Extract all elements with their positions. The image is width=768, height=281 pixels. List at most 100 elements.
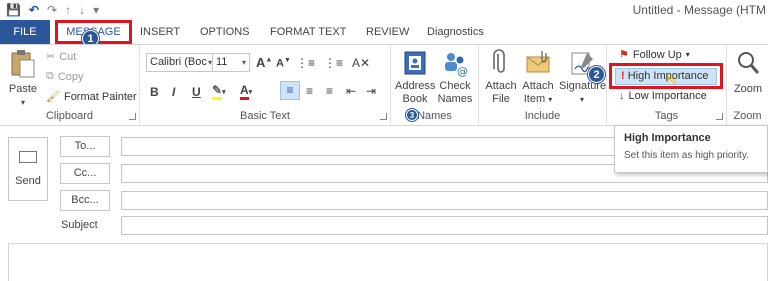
tab-format-text[interactable]: FORMAT TEXT [270,20,346,44]
bcc-field[interactable] [121,191,768,210]
customize-qat-icon[interactable]: ▾ [93,2,99,18]
font-size-value: 11 [216,56,228,68]
underline-button[interactable]: U [192,85,201,99]
window-title: Untitled - Message (HTM [632,3,766,17]
attach-file-button[interactable]: Attach File [483,49,519,106]
low-importance-button[interactable]: ↓ Low Importance [619,90,707,102]
attach-file-label-1: Attach [485,80,517,92]
cut-button[interactable]: ✂ Cut [46,50,77,64]
follow-up-label: Follow Up [632,48,682,61]
tab-diagnostics[interactable]: Diagnostics [427,20,484,44]
up-arrow-icon[interactable]: ↑ [65,2,71,18]
group-names: Address Book @ Check Names Names 3 [391,45,479,125]
copy-button[interactable]: ⧉ Copy [46,70,84,83]
font-color-icon[interactable]: A▾ [240,83,252,100]
highlight-color-icon[interactable]: ✎▾ [212,83,226,100]
bold-button[interactable]: B [150,85,159,99]
basic-text-group-label: Basic Text [240,110,290,122]
cut-label: Cut [59,50,77,63]
send-label: Send [15,175,41,187]
exclamation-icon: ! [621,70,625,82]
title-bar: 💾 ↶ ↷ ↑ ↓ ▾ Untitled - Message (HTM [0,0,768,20]
increase-indent-icon[interactable]: ⇥ [366,84,376,98]
attach-item-label-1: Attach [522,80,554,92]
copy-label: Copy [57,70,84,83]
tab-review[interactable]: REVIEW [366,20,409,44]
to-button[interactable]: To... [60,136,110,157]
clear-formatting-icon[interactable]: A✕ [352,56,370,70]
tooltip-text: Set this item as high priority. [624,150,749,161]
grow-font-icon[interactable]: A▲ [256,55,272,70]
save-icon[interactable]: 💾 [6,2,21,18]
group-include: Attach File Attach Item ▾ Signature ▾ In… [479,45,607,125]
attach-file-label-2: File [492,93,510,105]
clipboard-group-label: Clipboard [45,110,94,122]
paintbrush-icon: 🖌 [46,91,60,103]
subject-field[interactable] [121,216,768,235]
follow-up-button[interactable]: ⚑ Follow Up ▾ [619,48,690,62]
paste-dropdown-icon[interactable]: ▾ [6,96,40,109]
format-painter-button[interactable]: 🖌 Format Painter [46,90,137,104]
bcc-button[interactable]: Bcc... [60,190,110,211]
signature-dropdown-icon[interactable]: ▾ [559,93,605,106]
decrease-indent-icon[interactable]: ⇤ [346,84,356,98]
envelope-attach-icon [524,49,552,77]
check-names-button[interactable]: @ Check Names [435,49,475,106]
address-book-label-2: Book [402,93,428,105]
callout-2: 2 [588,66,605,83]
names-group-label: Names [417,110,452,122]
mouse-pointer-icon: ⬁ [666,71,678,87]
tags-group-label: Tags [654,110,679,122]
attach-item-button[interactable]: Attach Item ▾ [519,49,557,106]
shrink-font-icon[interactable]: A▼ [276,57,291,70]
font-name-select[interactable]: Calibri (Boc ▾ [146,53,216,72]
tooltip-title: High Importance [624,132,711,144]
paste-button[interactable]: Paste ▾ [6,49,40,109]
address-book-icon [401,49,429,77]
tab-options[interactable]: OPTIONS [200,20,250,44]
ribbon-tabs: FILE MESSAGE INSERT OPTIONS FORMAT TEXT … [0,20,768,47]
numbering-icon[interactable]: ⋮≡ [324,56,343,70]
bullets-icon[interactable]: ⋮≡ [296,56,315,70]
paperclip-icon [487,49,515,77]
check-names-label-1: Check [439,80,471,92]
redo-icon[interactable]: ↷ [47,2,57,18]
message-body[interactable] [8,243,768,281]
address-book-label-1: Address [395,80,436,92]
send-button[interactable]: Send [8,137,48,201]
align-left-icon[interactable]: ≡ [280,81,300,100]
align-center-icon[interactable]: ≡ [306,84,313,98]
down-arrow-icon[interactable]: ↓ [79,2,85,18]
format-painter-label: Format Painter [63,90,137,103]
high-importance-tooltip: High Importance Set this item as high pr… [614,125,768,173]
cc-button[interactable]: Cc... [60,163,110,184]
italic-button[interactable]: I [172,85,175,99]
group-zoom: Zoom Zoom [727,45,768,125]
font-name-value: Calibri (Boc [150,56,207,68]
tags-launcher-icon[interactable] [716,113,723,120]
follow-up-dropdown-icon: ▾ [685,50,690,59]
tab-file[interactable]: FILE [0,20,50,44]
zoom-button[interactable]: Zoom [730,49,766,96]
paste-label: Paste [8,83,38,95]
check-names-label-2: Names [437,93,473,105]
check-names-icon: @ [441,49,469,78]
group-clipboard: Paste ▾ ✂ Cut ⧉ Copy 🖌 Format Painter Cl… [0,45,140,125]
group-basic-text: Calibri (Boc ▾ 11 ▾ A▲ A▼ ⋮≡ ⋮≡ A✕ B I U… [140,45,391,125]
font-size-select[interactable]: 11 ▾ [212,53,250,72]
scissors-icon: ✂ [46,51,56,63]
zoom-label: Zoom [733,83,763,95]
tab-insert[interactable]: INSERT [140,20,180,44]
callout-3: 3 [406,109,418,121]
align-right-icon[interactable]: ≡ [326,84,333,98]
address-book-button[interactable]: Address Book [395,49,435,106]
basic-text-launcher-icon[interactable] [380,113,387,120]
clipboard-launcher-icon[interactable] [129,113,136,120]
send-envelope-icon [19,151,37,163]
low-importance-label: Low Importance [628,90,707,102]
undo-icon[interactable]: ↶ [29,2,39,18]
subject-label: Subject [61,219,98,231]
svg-text:@: @ [457,65,468,77]
attach-item-label-2: Item ▾ [523,93,553,105]
magnifier-icon [734,49,762,77]
